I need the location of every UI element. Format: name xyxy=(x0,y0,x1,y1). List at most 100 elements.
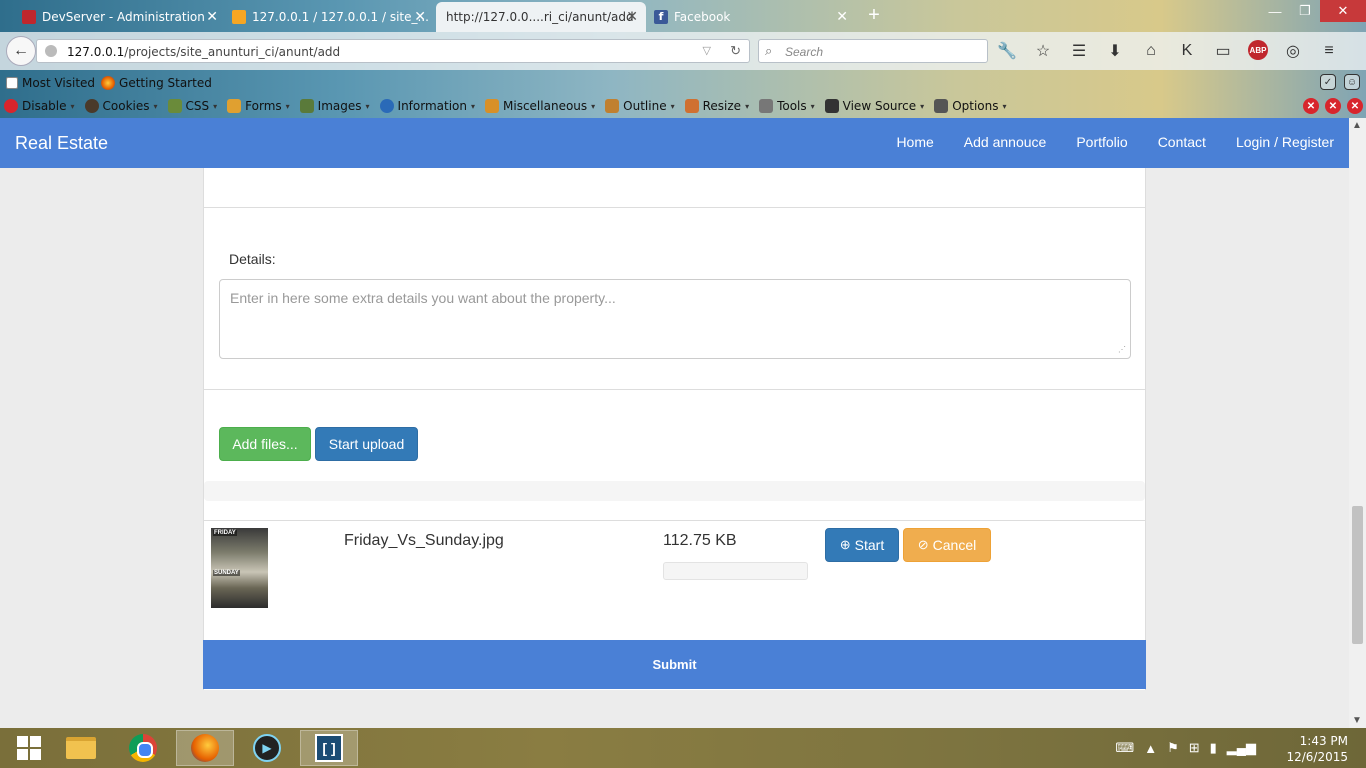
tab-anunt-add[interactable]: http://127.0.0....ri_ci/anunt/add ✕ xyxy=(436,2,646,32)
reload-icon[interactable]: ↻ xyxy=(730,43,741,59)
windows-flag-icon[interactable]: ⊞ xyxy=(1189,740,1200,756)
signal-icon[interactable]: ▂▄▆ xyxy=(1227,740,1256,756)
home-icon[interactable]: ⌂ xyxy=(1140,40,1162,62)
devtool-css[interactable]: CSS ▾ xyxy=(167,99,217,113)
close-circle-icon[interactable]: ✕ xyxy=(1303,98,1319,114)
site-navbar: Real Estate Home Add annouce Portfolio C… xyxy=(0,118,1349,168)
nav-home[interactable]: Home xyxy=(896,134,933,150)
search-icon: ⌕ xyxy=(765,43,773,58)
tab-label: DevServer - Administration xyxy=(42,10,205,24)
tab-close-icon[interactable]: ✕ xyxy=(206,9,218,25)
tray-expand-icon[interactable]: ▲ xyxy=(1144,741,1157,756)
devtool-outline[interactable]: Outline ▾ xyxy=(605,99,675,113)
globe-icon[interactable]: ◎ xyxy=(1282,40,1304,62)
keyboard-icon[interactable]: ⌨ xyxy=(1115,740,1134,756)
tab-close-icon[interactable]: ✕ xyxy=(836,9,848,25)
taskbar-firefox[interactable] xyxy=(176,730,234,766)
hamburger-menu-icon[interactable]: ≡ xyxy=(1318,40,1340,62)
facebook-favicon-icon: f xyxy=(654,10,668,24)
devtool-disable[interactable]: Disable ▾ xyxy=(4,99,75,113)
file-start-button[interactable]: ⊕ Start xyxy=(825,528,899,562)
devtool-label: CSS xyxy=(185,99,210,113)
screen-extension-icon[interactable]: ▭ xyxy=(1212,40,1234,62)
taskbar-media-player[interactable]: ▶ xyxy=(238,730,296,766)
tab-close-icon[interactable]: ✕ xyxy=(626,9,638,25)
close-circle-icon[interactable]: ✕ xyxy=(1347,98,1363,114)
scroll-up-icon[interactable]: ▲ xyxy=(1352,120,1362,131)
file-start-label: Start xyxy=(854,537,885,553)
page-scrollbar[interactable]: ▲ ▼ xyxy=(1349,118,1366,728)
nav-login-register[interactable]: Login / Register xyxy=(1236,134,1334,150)
divider xyxy=(204,389,1145,390)
battery-icon[interactable]: ▮ xyxy=(1210,740,1217,756)
download-icon[interactable]: ⬇ xyxy=(1104,40,1126,62)
wrench-icon[interactable]: 🔧 xyxy=(996,40,1018,62)
bookmark-getting-started[interactable]: Getting Started xyxy=(101,76,212,90)
tab-label: Facebook xyxy=(674,10,731,24)
devtool-label: Cookies xyxy=(102,99,150,113)
pocket-icon[interactable]: ✓ xyxy=(1320,74,1336,90)
k-extension-icon[interactable]: K xyxy=(1176,40,1198,62)
tab-devserver[interactable]: DevServer - Administration ✕ xyxy=(18,2,226,32)
url-bar[interactable]: 127.0.0.1/projects/site_anunturi_ci/anun… xyxy=(36,39,750,63)
window-controls: — ❐ ✕ xyxy=(1260,0,1366,22)
minimize-icon[interactable]: — xyxy=(1260,0,1290,22)
tab-facebook[interactable]: f Facebook ✕ xyxy=(650,2,856,32)
tab-close-icon[interactable]: ✕ xyxy=(414,9,426,25)
system-tray: ⌨ ▲ ⚑ ⊞ ▮ ▂▄▆ xyxy=(1115,740,1256,756)
site-identity-icon[interactable] xyxy=(45,45,57,57)
nav-links: Home Add annouce Portfolio Contact Login… xyxy=(896,134,1334,150)
extra-toolbar-icons: ✓ ☺ xyxy=(1320,74,1360,90)
site-brand[interactable]: Real Estate xyxy=(15,133,108,154)
devtool-images[interactable]: Images ▾ xyxy=(299,99,370,113)
nav-add-announce[interactable]: Add annouce xyxy=(964,134,1047,150)
file-cancel-button[interactable]: ⊘ Cancel xyxy=(903,528,991,562)
bookmark-star-icon[interactable]: ☆ xyxy=(1032,40,1054,62)
devtool-forms[interactable]: Forms ▾ xyxy=(227,99,290,113)
reading-list-icon[interactable]: ☰ xyxy=(1068,40,1090,62)
close-circle-icon[interactable]: ✕ xyxy=(1325,98,1341,114)
submit-button[interactable]: Submit xyxy=(203,640,1146,689)
taskbar-clock[interactable]: 1:43 PM 12/6/2015 xyxy=(1286,733,1348,765)
devtool-options[interactable]: Options ▾ xyxy=(934,99,1007,113)
back-arrow-icon[interactable]: ← xyxy=(6,36,36,66)
devtool-view-source[interactable]: View Source ▾ xyxy=(824,99,924,113)
maximize-icon[interactable]: ❐ xyxy=(1290,0,1320,22)
nav-contact[interactable]: Contact xyxy=(1158,134,1206,150)
adblock-icon[interactable]: ABP xyxy=(1248,40,1268,60)
devtool-label: Disable xyxy=(22,99,67,113)
start-upload-button[interactable]: Start upload xyxy=(315,427,418,461)
devtool-label: Tools xyxy=(777,99,807,113)
add-files-button[interactable]: Add files... xyxy=(219,427,311,461)
caret-icon: ▾ xyxy=(745,101,750,111)
clock-date: 12/6/2015 xyxy=(1286,750,1348,764)
start-button[interactable] xyxy=(0,730,58,766)
devtool-label: Information xyxy=(397,99,467,113)
url-text: 127.0.0.1/projects/site_anunturi_ci/anun… xyxy=(67,45,340,59)
devtool-resize[interactable]: Resize ▾ xyxy=(684,99,750,113)
scroll-down-icon[interactable]: ▼ xyxy=(1352,715,1362,726)
scrollbar-thumb[interactable] xyxy=(1352,506,1363,644)
search-bar[interactable]: ⌕ Search xyxy=(758,39,988,63)
url-dropdown-icon[interactable]: ▽ xyxy=(703,44,711,57)
devtool-miscellaneous[interactable]: Miscellaneous ▾ xyxy=(485,99,595,113)
tab-phpmyadmin[interactable]: 127.0.0.1 / 127.0.0.1 / site_... ✕ xyxy=(228,2,434,32)
bookmark-most-visited[interactable]: Most Visited xyxy=(6,76,95,90)
file-thumbnail[interactable]: FRIDAY SUNDAY xyxy=(211,528,268,608)
devtool-information[interactable]: Information ▾ xyxy=(379,99,475,113)
taskbar-chrome[interactable] xyxy=(114,730,172,766)
devtool-label: Options xyxy=(952,99,999,113)
action-center-flag-icon[interactable]: ⚑ xyxy=(1167,740,1179,756)
window-close-icon[interactable]: ✕ xyxy=(1320,0,1366,22)
taskbar-file-explorer[interactable] xyxy=(52,730,110,766)
chat-icon[interactable]: ☺ xyxy=(1344,74,1360,90)
devtool-cookies[interactable]: Cookies ▾ xyxy=(84,99,158,113)
details-textarea[interactable] xyxy=(219,279,1131,359)
resize-grip-icon[interactable]: ⋰ xyxy=(1118,345,1126,354)
new-tab-icon[interactable]: + xyxy=(862,4,886,27)
info-icon xyxy=(379,99,394,113)
caret-icon: ▾ xyxy=(365,101,370,111)
taskbar-brackets[interactable]: [ ] xyxy=(300,730,358,766)
devtool-tools[interactable]: Tools ▾ xyxy=(759,99,815,113)
nav-portfolio[interactable]: Portfolio xyxy=(1076,134,1127,150)
